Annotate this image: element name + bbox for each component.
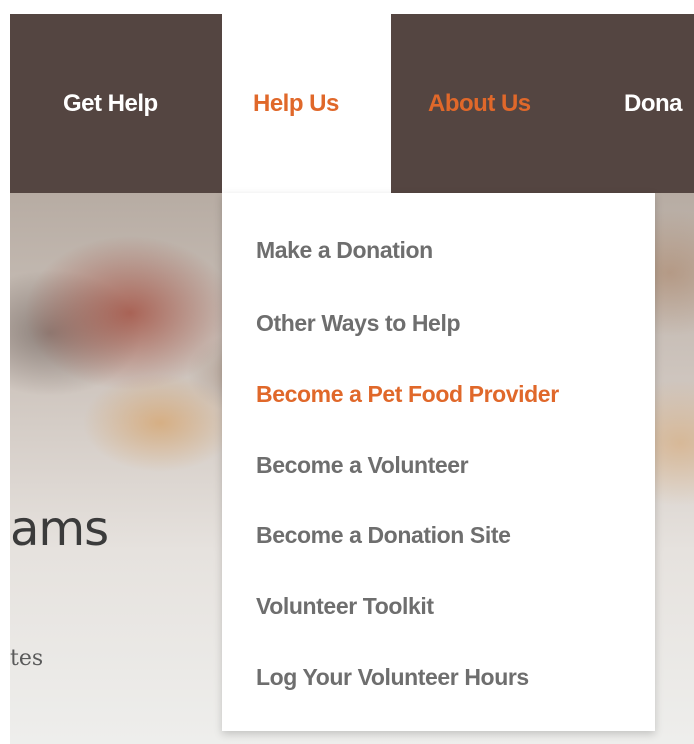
- menu-item-make-a-donation[interactable]: Make a Donation: [256, 230, 433, 270]
- nav-item-donate[interactable]: Dona: [624, 14, 683, 193]
- nav-item-about-us[interactable]: About Us: [428, 14, 531, 193]
- page: ams tes Get Help Help Us About Us Dona M…: [0, 0, 694, 744]
- menu-item-other-ways-to-help[interactable]: Other Ways to Help: [256, 303, 460, 343]
- hero-subtitle: tes: [10, 646, 44, 671]
- hero-title: ams: [10, 501, 109, 557]
- menu-item-become-pet-food-provider[interactable]: Become a Pet Food Provider: [256, 374, 559, 414]
- help-us-dropdown-menu: Make a Donation Other Ways to Help Becom…: [222, 193, 655, 731]
- menu-item-become-a-volunteer[interactable]: Become a Volunteer: [256, 445, 469, 485]
- menu-item-volunteer-toolkit[interactable]: Volunteer Toolkit: [256, 586, 434, 626]
- menu-item-become-a-donation-site[interactable]: Become a Donation Site: [256, 515, 511, 555]
- menu-item-log-volunteer-hours[interactable]: Log Your Volunteer Hours: [256, 657, 529, 697]
- nav-item-get-help[interactable]: Get Help: [63, 14, 158, 193]
- nav-item-help-us[interactable]: Help Us: [253, 14, 339, 193]
